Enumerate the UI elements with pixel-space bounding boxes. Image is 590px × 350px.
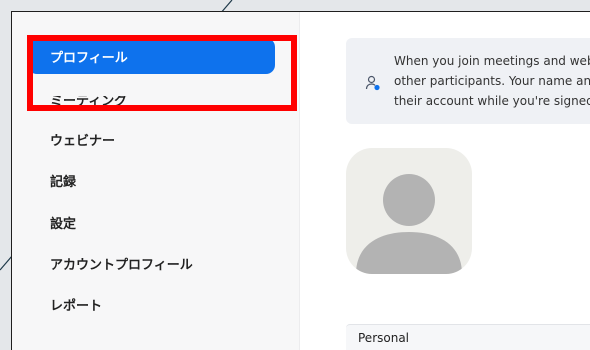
- sidebar-item-meetings[interactable]: ミーティング: [28, 96, 275, 110]
- main-content: When you join meetings and web other par…: [300, 12, 590, 350]
- sidebar-item-webinars[interactable]: ウェビナー: [28, 121, 275, 157]
- app-window: プロフィール ミーティング ウェビナー 記録 設定 アカウントプロフィール レポ…: [11, 11, 590, 350]
- info-banner: When you join meetings and web other par…: [346, 38, 590, 124]
- sidebar-item-settings[interactable]: 設定: [28, 204, 275, 240]
- sidebar-item-label: プロフィール: [50, 50, 128, 66]
- sidebar-item-profile[interactable]: プロフィール: [28, 38, 275, 74]
- banner-line: other participants. Your name and: [394, 74, 590, 88]
- sidebar-item-label: レポート: [50, 298, 103, 314]
- sidebar-item-label: 記録: [50, 174, 77, 190]
- sidebar-item-account-profile[interactable]: アカウントプロフィール: [28, 245, 275, 281]
- user-dot-icon: [365, 75, 380, 91]
- sidebar-item-reports[interactable]: レポート: [28, 286, 275, 322]
- sidebar-item-recordings[interactable]: 記録: [28, 162, 275, 198]
- default-avatar-icon: [356, 174, 462, 274]
- avatar[interactable]: [346, 148, 472, 274]
- banner-text: When you join meetings and web other par…: [394, 51, 590, 111]
- personal-section: Personal: [346, 324, 590, 350]
- sidebar-item-label: アカウントプロフィール: [50, 257, 193, 273]
- sidebar-nav: プロフィール ミーティング ウェビナー 記録 設定 アカウントプロフィール レポ…: [12, 12, 300, 350]
- sidebar-item-label: ミーティング: [50, 96, 128, 109]
- banner-line: When you join meetings and web: [394, 54, 590, 68]
- sidebar-item-label: 設定: [50, 216, 77, 232]
- sidebar-item-label: ウェビナー: [50, 133, 116, 149]
- section-title: Personal: [358, 331, 410, 345]
- banner-line: their account while you're signed: [394, 94, 590, 108]
